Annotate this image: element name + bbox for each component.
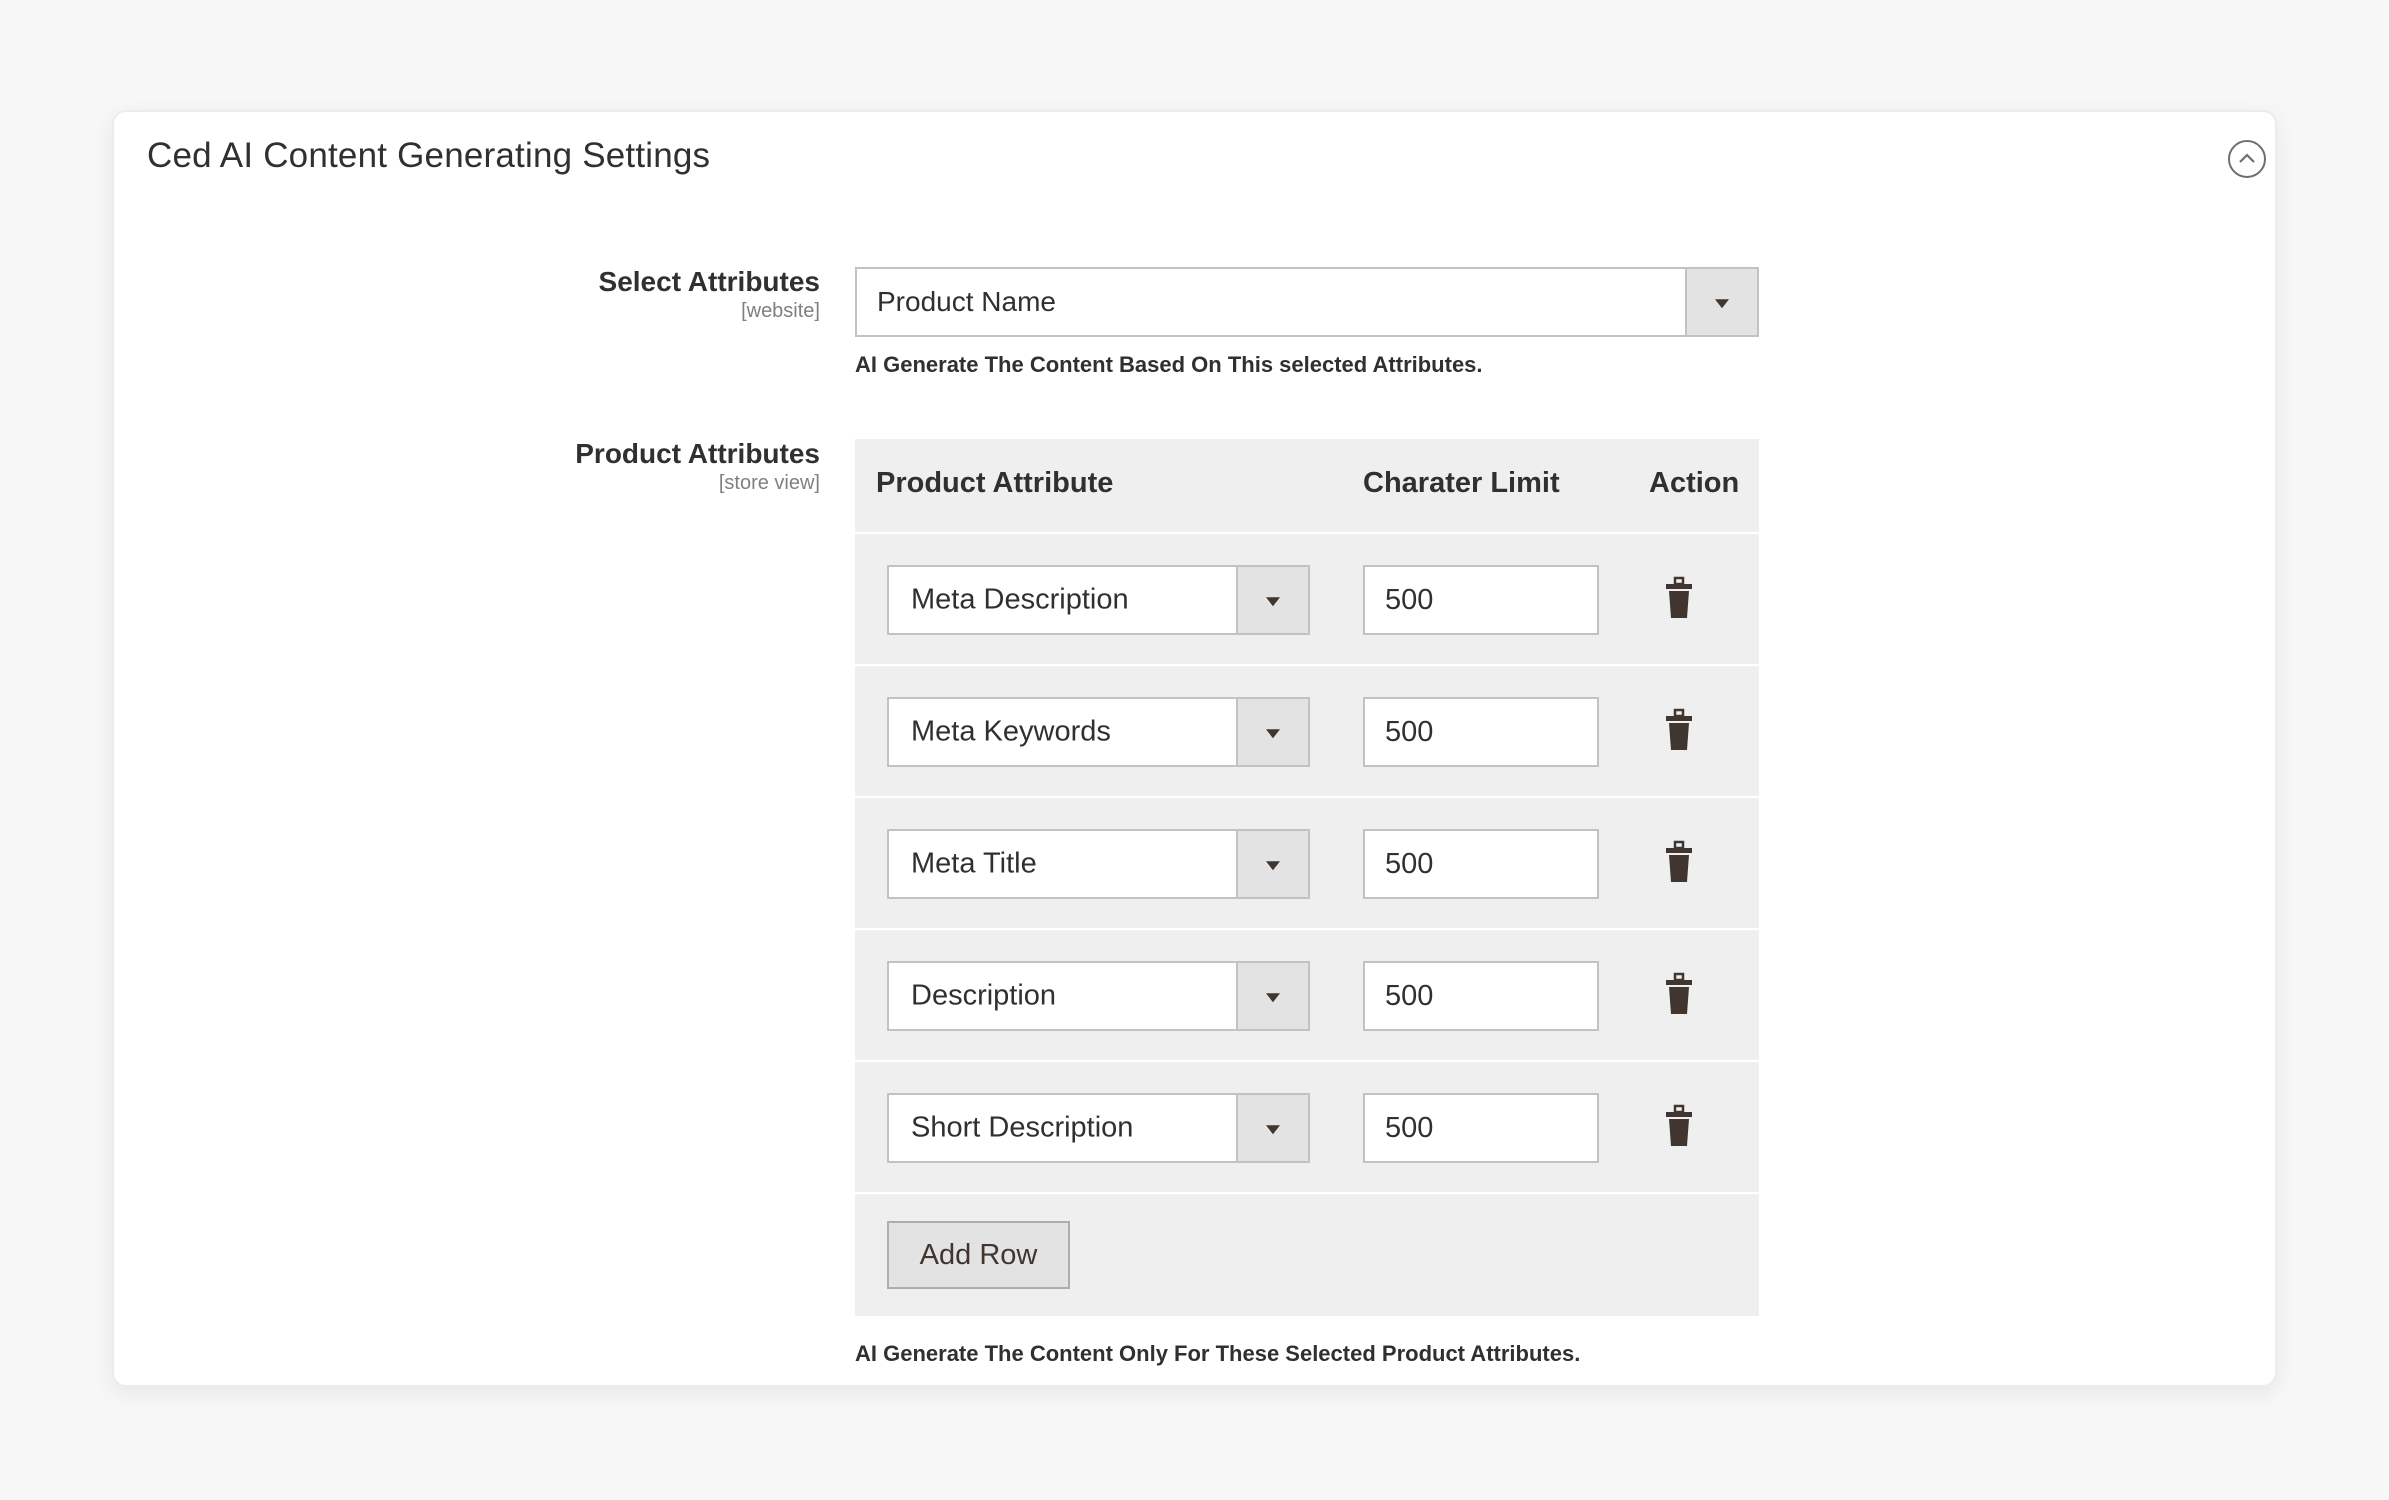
select-attributes-dropdown[interactable]: Product Name: [855, 267, 1759, 337]
collapse-button[interactable]: [2228, 140, 2266, 178]
attribute-select[interactable]: Description: [887, 961, 1310, 1031]
chevron-down-icon: [1266, 993, 1280, 1003]
attribute-select[interactable]: Meta Keywords: [887, 697, 1310, 767]
trash-icon[interactable]: [1663, 972, 1695, 1016]
table-row: Description: [855, 930, 1759, 1060]
attribute-select-value: Short Description: [911, 1111, 1134, 1144]
column-header-action: Action: [1649, 467, 1740, 499]
table-row: Meta Keywords: [855, 666, 1759, 796]
chevron-down-icon: [1266, 1125, 1280, 1135]
trash-icon[interactable]: [1663, 1104, 1695, 1148]
trash-icon[interactable]: [1663, 708, 1695, 752]
character-limit-input[interactable]: [1363, 829, 1599, 899]
attribute-select[interactable]: Meta Title: [887, 829, 1310, 899]
column-header-character-limit: Charater Limit: [1363, 467, 1560, 499]
table-row: Short Description: [855, 1062, 1759, 1192]
product-attributes-label: Product Attributes [store view]: [575, 438, 820, 495]
character-limit-input[interactable]: [1363, 697, 1599, 767]
table-row: Meta Description: [855, 534, 1759, 664]
settings-panel: Ced AI Content Generating Settings Selec…: [112, 110, 2277, 1387]
attribute-select-value: Meta Keywords: [911, 715, 1111, 748]
chevron-down-icon: [1266, 729, 1280, 739]
character-limit-input[interactable]: [1363, 1093, 1599, 1163]
chevron-down-icon: [1266, 597, 1280, 607]
attribute-select[interactable]: Short Description: [887, 1093, 1310, 1163]
product-attributes-label-text: Product Attributes: [575, 438, 820, 469]
table-row: Meta Title: [855, 798, 1759, 928]
product-attributes-note: AI Generate The Content Only For These S…: [855, 1341, 1581, 1366]
select-attributes-label: Select Attributes [website]: [599, 266, 820, 323]
dropdown-toggle[interactable]: [1685, 269, 1757, 335]
chevron-up-icon: [2239, 153, 2255, 163]
dropdown-toggle[interactable]: [1236, 831, 1308, 897]
select-attributes-scope: [website]: [741, 300, 820, 322]
select-attributes-value: Product Name: [877, 286, 1056, 317]
grid-footer: Add Row: [855, 1194, 1759, 1316]
trash-icon[interactable]: [1663, 840, 1695, 884]
chevron-down-icon: [1715, 299, 1729, 309]
product-attributes-grid: Product Attribute Charater Limit Action …: [855, 439, 1759, 1316]
dropdown-toggle[interactable]: [1236, 963, 1308, 1029]
grid-header: Product Attribute Charater Limit Action: [855, 439, 1759, 532]
panel-title: Ced AI Content Generating Settings: [147, 136, 711, 175]
select-attributes-label-text: Select Attributes: [598, 266, 820, 297]
attribute-select-value: Meta Title: [911, 847, 1037, 880]
attribute-select[interactable]: Meta Description: [887, 565, 1310, 635]
product-attributes-scope: [store view]: [718, 472, 820, 494]
trash-icon[interactable]: [1663, 576, 1695, 620]
dropdown-toggle[interactable]: [1236, 567, 1308, 633]
select-attributes-note: AI Generate The Content Based On This se…: [855, 352, 1483, 377]
character-limit-input[interactable]: [1363, 961, 1599, 1031]
attribute-select-value: Meta Description: [911, 583, 1129, 616]
character-limit-input[interactable]: [1363, 565, 1599, 635]
dropdown-toggle[interactable]: [1236, 699, 1308, 765]
column-header-product-attribute: Product Attribute: [876, 467, 1114, 499]
chevron-down-icon: [1266, 861, 1280, 871]
attribute-select-value: Description: [911, 979, 1057, 1012]
dropdown-toggle[interactable]: [1236, 1095, 1308, 1161]
add-row-button[interactable]: Add Row: [887, 1221, 1070, 1289]
